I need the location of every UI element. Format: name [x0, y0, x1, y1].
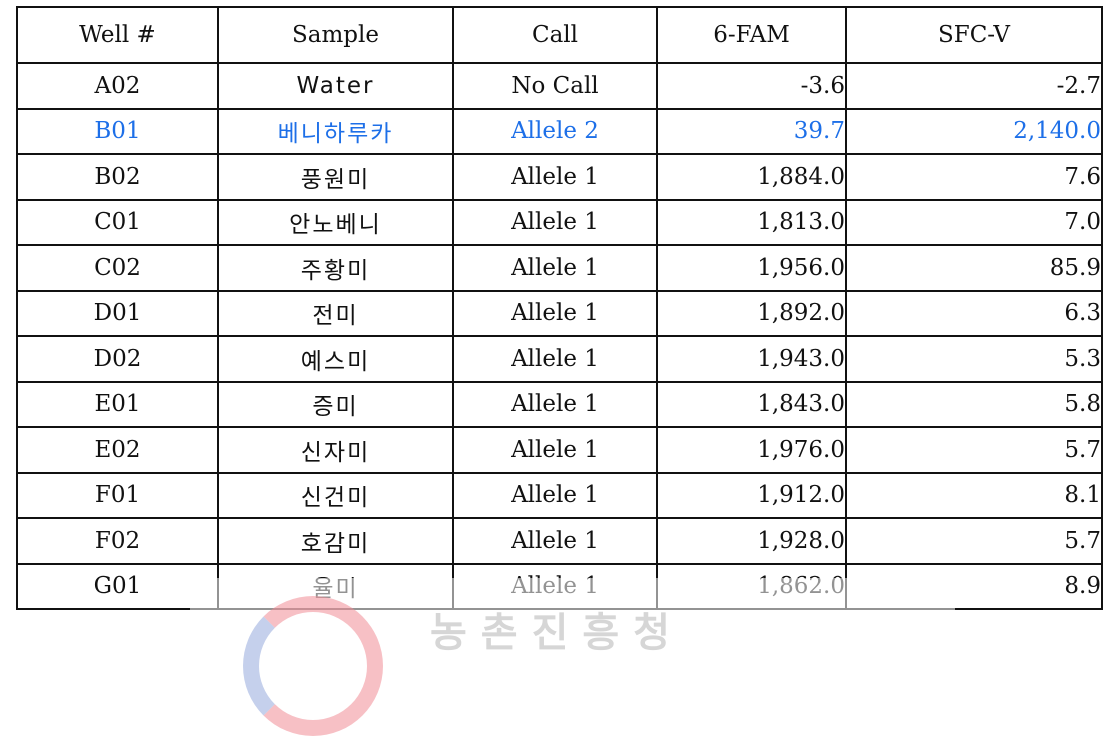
- cell-sfcv: 7.6: [845, 153, 1103, 201]
- cell-6fam: 1,884.0: [656, 153, 847, 201]
- table-row: C01 안노베니 Allele 1 1,813.0 7.0: [16, 198, 1103, 246]
- cell-sfcv: -2.7: [845, 62, 1103, 110]
- header-sample: Sample: [217, 6, 454, 64]
- cell-call: Allele 2: [452, 107, 658, 155]
- header-call: Call: [452, 6, 658, 64]
- cell-well: C01: [16, 198, 219, 246]
- cell-6fam: 1,862.0: [656, 562, 847, 610]
- cell-call: Allele 1: [452, 335, 658, 383]
- cell-well: D01: [16, 289, 219, 337]
- cell-sfcv: 7.0: [845, 198, 1103, 246]
- cell-well: A02: [16, 62, 219, 110]
- cell-6fam: 39.7: [656, 107, 847, 155]
- cell-6fam: 1,843.0: [656, 380, 847, 428]
- cell-6fam: -3.6: [656, 62, 847, 110]
- cell-6fam: 1,892.0: [656, 289, 847, 337]
- cell-sample: 율미: [217, 562, 454, 610]
- cell-6fam: 1,976.0: [656, 426, 847, 474]
- cell-sample: 증미: [217, 380, 454, 428]
- cell-6fam: 1,813.0: [656, 198, 847, 246]
- cell-sfcv: 6.3: [845, 289, 1103, 337]
- header-sfcv: SFC-V: [845, 6, 1103, 64]
- cell-sample: 신건미: [217, 471, 454, 519]
- cell-well: C02: [16, 244, 219, 292]
- header-row: Well # Sample Call 6-FAM SFC-V: [16, 6, 1103, 64]
- cell-call: Allele 1: [452, 380, 658, 428]
- cell-6fam: 1,912.0: [656, 471, 847, 519]
- cell-well: D02: [16, 335, 219, 383]
- cell-well: F02: [16, 517, 219, 565]
- table-row: B01 베니하루카 Allele 2 39.7 2,140.0: [16, 107, 1103, 155]
- cell-call: Allele 1: [452, 153, 658, 201]
- cell-sample: 호감미: [217, 517, 454, 565]
- cell-call: Allele 1: [452, 426, 658, 474]
- cell-well: E01: [16, 380, 219, 428]
- cell-sample: 베니하루카: [217, 107, 454, 155]
- cell-sfcv: 5.8: [845, 380, 1103, 428]
- table-row: F01 신건미 Allele 1 1,912.0 8.1: [16, 471, 1103, 519]
- cell-well: B01: [16, 107, 219, 155]
- cell-call: Allele 1: [452, 562, 658, 610]
- cell-sample: 전미: [217, 289, 454, 337]
- table-row: D02 예스미 Allele 1 1,943.0 5.3: [16, 335, 1103, 383]
- cell-sample: Water: [217, 62, 454, 110]
- cell-sample: 안노베니: [217, 198, 454, 246]
- cell-sfcv: 5.3: [845, 335, 1103, 383]
- genotype-results-table: Well # Sample Call 6-FAM SFC-V A02 Water N…: [16, 6, 1103, 610]
- cell-call: No Call: [452, 62, 658, 110]
- cell-sample: 신자미: [217, 426, 454, 474]
- cell-6fam: 1,956.0: [656, 244, 847, 292]
- cell-well: F01: [16, 471, 219, 519]
- rda-logo-icon: [243, 596, 383, 736]
- table-row: A02 Water No Call -3.6 -2.7: [16, 62, 1103, 110]
- table-row: D01 전미 Allele 1 1,892.0 6.3: [16, 289, 1103, 337]
- header-6fam: 6-FAM: [656, 6, 847, 64]
- cell-sfcv: 5.7: [845, 517, 1103, 565]
- cell-call: Allele 1: [452, 517, 658, 565]
- table-row: E02 신자미 Allele 1 1,976.0 5.7: [16, 426, 1103, 474]
- cell-sfcv: 8.1: [845, 471, 1103, 519]
- cell-well: B02: [16, 153, 219, 201]
- cell-call: Allele 1: [452, 244, 658, 292]
- cell-sample: 주황미: [217, 244, 454, 292]
- table-row: E01 증미 Allele 1 1,843.0 5.8: [16, 380, 1103, 428]
- table-row: F02 호감미 Allele 1 1,928.0 5.7: [16, 517, 1103, 565]
- cell-call: Allele 1: [452, 289, 658, 337]
- cell-6fam: 1,928.0: [656, 517, 847, 565]
- cell-sample: 예스미: [217, 335, 454, 383]
- cell-sfcv: 8.9: [845, 562, 1103, 610]
- table-row: C02 주황미 Allele 1 1,956.0 85.9: [16, 244, 1103, 292]
- table-row: G01 율미 Allele 1 1,862.0 8.9: [16, 562, 1103, 610]
- cell-sfcv: 2,140.0: [845, 107, 1103, 155]
- table-row: B02 풍원미 Allele 1 1,884.0 7.6: [16, 153, 1103, 201]
- header-well: Well #: [16, 6, 219, 64]
- cell-sfcv: 5.7: [845, 426, 1103, 474]
- cell-call: Allele 1: [452, 198, 658, 246]
- cell-well: G01: [16, 562, 219, 610]
- cell-6fam: 1,943.0: [656, 335, 847, 383]
- cell-sfcv: 85.9: [845, 244, 1103, 292]
- cell-well: E02: [16, 426, 219, 474]
- cell-sample: 풍원미: [217, 153, 454, 201]
- cell-call: Allele 1: [452, 471, 658, 519]
